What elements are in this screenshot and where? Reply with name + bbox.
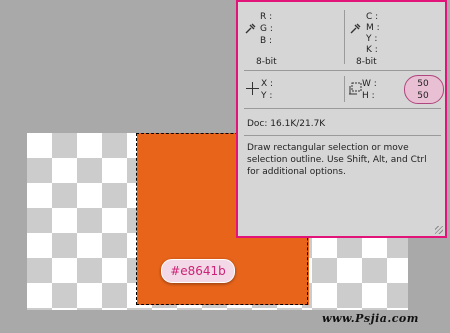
divider [244,70,441,71]
k-label: K : [366,45,378,55]
divider [244,135,441,136]
y-position-label: Y : [261,91,273,101]
divider [244,108,441,109]
watermark: www.Psjia.com [322,312,419,325]
height-value: 50 [417,91,429,101]
b-label: B : [260,36,273,46]
w-label: W : [362,79,377,89]
width-value: 50 [417,79,429,89]
transparent-canvas-right[interactable] [310,237,408,310]
divider [344,76,345,102]
eyedropper-icon [245,23,256,34]
eyedropper-icon [350,23,361,34]
g-label: G : [260,24,273,34]
c-label: C : [366,12,379,22]
r-label: R : [260,12,273,22]
hint-line-2: selection outline. Use Shift, Alt, and C… [247,155,427,165]
h-label: H : [362,91,375,101]
crosshair-icon [246,82,259,95]
left-bit-depth: 8-bit [256,57,277,67]
info-panel: R : G : B : 8-bit C : M : Y : K : 8-bit … [236,0,447,238]
hint-line-1: Draw rectangular selection or move [247,143,409,153]
right-bit-depth: 8-bit [356,57,377,67]
hint-line-3: for additional options. [247,167,346,177]
m-label: M : [366,23,380,33]
hex-color-label: #e8641b [161,259,235,283]
resize-grip-icon[interactable] [435,226,443,234]
y-label: Y : [366,34,378,44]
doc-size: Doc: 16.1K/21.7K [247,119,326,129]
selection-size-icon [349,82,362,95]
x-label: X : [261,79,274,89]
divider [344,10,345,64]
